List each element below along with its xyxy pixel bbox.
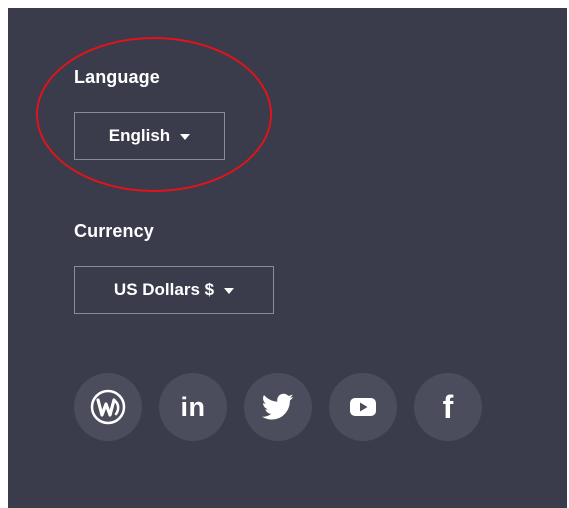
page-margin [0, 0, 569, 8]
page-margin [0, 0, 8, 508]
language-selected: English [108, 126, 171, 145]
caret-down-icon [224, 288, 235, 294]
social-links: in f [74, 373, 482, 441]
linkedin-link[interactable]: in [159, 373, 227, 441]
linkedin-icon: in [180, 391, 206, 422]
youtube-link[interactable] [329, 373, 397, 441]
facebook-icon: f [442, 388, 454, 425]
facebook-link[interactable]: f [414, 373, 482, 441]
twitter-link[interactable] [244, 373, 312, 441]
language-dropdown[interactable]: English [74, 112, 225, 160]
language-label: Language [74, 67, 160, 87]
wordpress-icon [90, 389, 126, 425]
youtube-icon [350, 398, 376, 416]
caret-down-icon [180, 134, 191, 140]
currency-label: Currency [74, 221, 154, 241]
twitter-icon [262, 393, 294, 420]
footer-panel: Language English Currency US Dollars $ i… [0, 0, 567, 508]
currency-selected: US Dollars $ [113, 280, 215, 299]
currency-dropdown[interactable]: US Dollars $ [74, 266, 274, 314]
wordpress-link[interactable] [74, 373, 142, 441]
